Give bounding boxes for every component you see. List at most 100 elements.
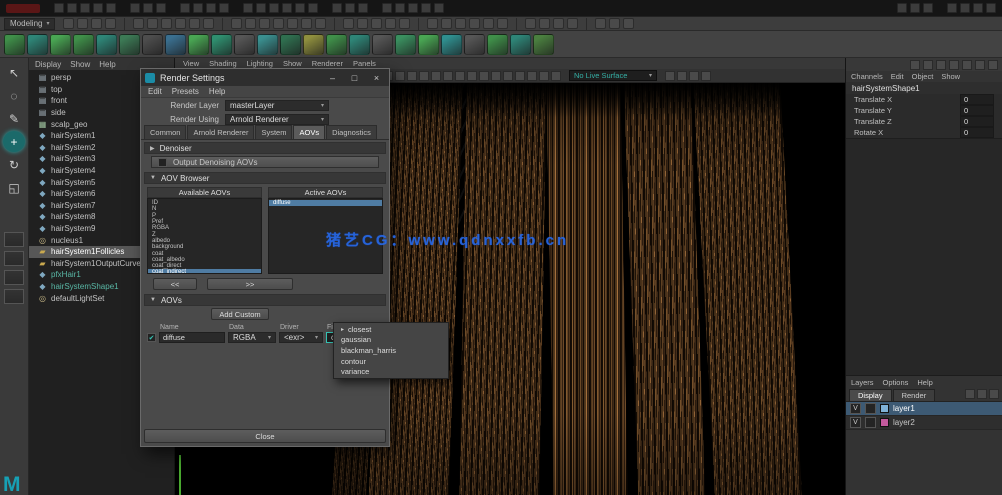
channelbox-menu-item[interactable]: Channels <box>851 72 883 81</box>
scale-tool[interactable]: ◱ <box>3 177 25 198</box>
denoiser-checkbox-row[interactable]: Output Denoising AOVs <box>151 156 379 168</box>
viewport-toolbar-icon[interactable] <box>443 71 453 81</box>
close-window-button[interactable]: × <box>368 71 385 84</box>
dialog-tab-common[interactable]: Common <box>144 125 186 139</box>
statusline-icon[interactable] <box>147 18 158 29</box>
viewport-toolbar-icon[interactable] <box>665 71 675 81</box>
move-left-button[interactable]: << <box>153 278 197 290</box>
channel-row[interactable]: Translate Z0 <box>846 116 1002 127</box>
statusline-icon[interactable] <box>203 18 214 29</box>
rotate-tool[interactable]: ↻ <box>3 154 25 175</box>
shelf-icon[interactable] <box>188 34 209 55</box>
channelbox-object-name[interactable]: hairSystemShape1 <box>846 82 1002 94</box>
channelbox-menu-item[interactable]: Edit <box>891 72 904 81</box>
titlebar-icon[interactable] <box>308 3 318 13</box>
aov-list-item[interactable]: diffuse <box>269 200 382 206</box>
statusline-icon[interactable] <box>371 18 382 29</box>
statusline-icon[interactable] <box>497 18 508 29</box>
menu-set-dropdown[interactable]: Modeling ▾ <box>4 18 55 30</box>
channelbox-menu-item[interactable]: Object <box>912 72 934 81</box>
statusline-icon[interactable] <box>315 18 326 29</box>
close-button[interactable]: Close <box>144 429 386 443</box>
panel-toolbar-icon[interactable] <box>975 60 985 70</box>
aov-name-field[interactable]: diffuse <box>159 332 225 343</box>
maximize-button[interactable]: □ <box>346 71 363 84</box>
titlebar-icon[interactable] <box>408 3 418 13</box>
statusline-icon[interactable] <box>245 18 256 29</box>
layer-color-swatch[interactable] <box>880 418 889 427</box>
viewport-toolbar-icon[interactable] <box>527 71 537 81</box>
layer-visibility-toggle[interactable]: V <box>850 403 861 414</box>
panel-toolbar-icon[interactable] <box>962 60 972 70</box>
statusline-icon[interactable] <box>609 18 620 29</box>
statusline-icon[interactable] <box>259 18 270 29</box>
paint-select-tool[interactable]: ✎ <box>3 108 25 129</box>
titlebar-icon[interactable] <box>332 3 342 13</box>
titlebar-icon[interactable] <box>345 3 355 13</box>
statusline-icon[interactable] <box>525 18 536 29</box>
statusline-icon[interactable] <box>63 18 74 29</box>
shelf-icon[interactable] <box>96 34 117 55</box>
dialog-menu-item[interactable]: Help <box>209 87 225 96</box>
titlebar-icon[interactable] <box>973 3 983 13</box>
shelf-icon[interactable] <box>441 34 462 55</box>
panel-layout-button[interactable] <box>4 232 24 247</box>
panel-toolbar-icon[interactable] <box>936 60 946 70</box>
panel-toolbar-icon[interactable] <box>988 60 998 70</box>
aov-list-item[interactable]: coat_indirect <box>148 269 261 274</box>
shelf-icon[interactable] <box>142 34 163 55</box>
channel-row[interactable]: Translate Y0 <box>846 105 1002 116</box>
viewport-toolbar-icon[interactable] <box>677 71 687 81</box>
channel-value[interactable]: 0 <box>960 94 994 105</box>
titlebar-icon[interactable] <box>960 3 970 13</box>
live-surface-dropdown[interactable]: No Live Surface ▾ <box>569 70 657 81</box>
outliner-menu-item[interactable]: Show <box>70 60 90 69</box>
titlebar-icon[interactable] <box>93 3 103 13</box>
statusline-icon[interactable] <box>273 18 284 29</box>
dialog-tab-aovs[interactable]: AOVs <box>293 125 325 139</box>
denoiser-section-header[interactable]: ▶ Denoiser <box>144 142 386 154</box>
move-right-button[interactable]: >> <box>207 278 293 290</box>
titlebar-icon[interactable] <box>897 3 907 13</box>
dialog-tab-arnold-renderer[interactable]: Arnold Renderer <box>187 125 254 139</box>
statusline-icon[interactable] <box>301 18 312 29</box>
titlebar-icon[interactable] <box>269 3 279 13</box>
statusline-icon[interactable] <box>469 18 480 29</box>
channel-value[interactable]: 0 <box>960 105 994 116</box>
aov-enabled-checkbox[interactable]: ✔ <box>147 333 156 342</box>
layer-menu-item[interactable]: Options <box>883 378 909 387</box>
viewport-toolbar-icon[interactable] <box>467 71 477 81</box>
shelf-icon[interactable] <box>303 34 324 55</box>
shelf-icon[interactable] <box>73 34 94 55</box>
dialog-menu-item[interactable]: Presets <box>172 87 199 96</box>
statusline-icon[interactable] <box>91 18 102 29</box>
titlebar-icon[interactable] <box>106 3 116 13</box>
aov-data-dropdown[interactable]: RGBA ▾ <box>228 332 276 343</box>
shelf-icon[interactable] <box>372 34 393 55</box>
minimize-button[interactable]: – <box>324 71 341 84</box>
viewport-toolbar-icon[interactable] <box>419 71 429 81</box>
aovs-section-header[interactable]: ▼ AOVs <box>144 294 386 306</box>
layer-editor-icon[interactable] <box>989 389 999 399</box>
layer-editor-icon[interactable] <box>965 389 975 399</box>
shelf-icon[interactable] <box>418 34 439 55</box>
titlebar-icon[interactable] <box>910 3 920 13</box>
channel-row[interactable]: Translate X0 <box>846 94 1002 105</box>
shelf-icon[interactable] <box>119 34 140 55</box>
panel-layout-button[interactable] <box>4 289 24 304</box>
layer-playback-toggle[interactable] <box>865 417 876 428</box>
shelf-icon[interactable] <box>510 34 531 55</box>
viewport-toolbar-icon[interactable] <box>479 71 489 81</box>
layer-tab-render[interactable]: Render <box>893 389 936 401</box>
layer-color-swatch[interactable] <box>880 404 889 413</box>
titlebar-icon[interactable] <box>923 3 933 13</box>
viewport-menu-item[interactable]: View <box>183 59 199 68</box>
lasso-select-tool[interactable]: ◌ <box>3 85 25 106</box>
viewport-toolbar-icon[interactable] <box>689 71 699 81</box>
viewport-menu-item[interactable]: Show <box>283 59 302 68</box>
titlebar-icon[interactable] <box>358 3 368 13</box>
select-tool[interactable]: ↖ <box>3 62 25 83</box>
statusline-icon[interactable] <box>441 18 452 29</box>
layer-menu-item[interactable]: Layers <box>851 378 874 387</box>
statusline-icon[interactable] <box>595 18 606 29</box>
